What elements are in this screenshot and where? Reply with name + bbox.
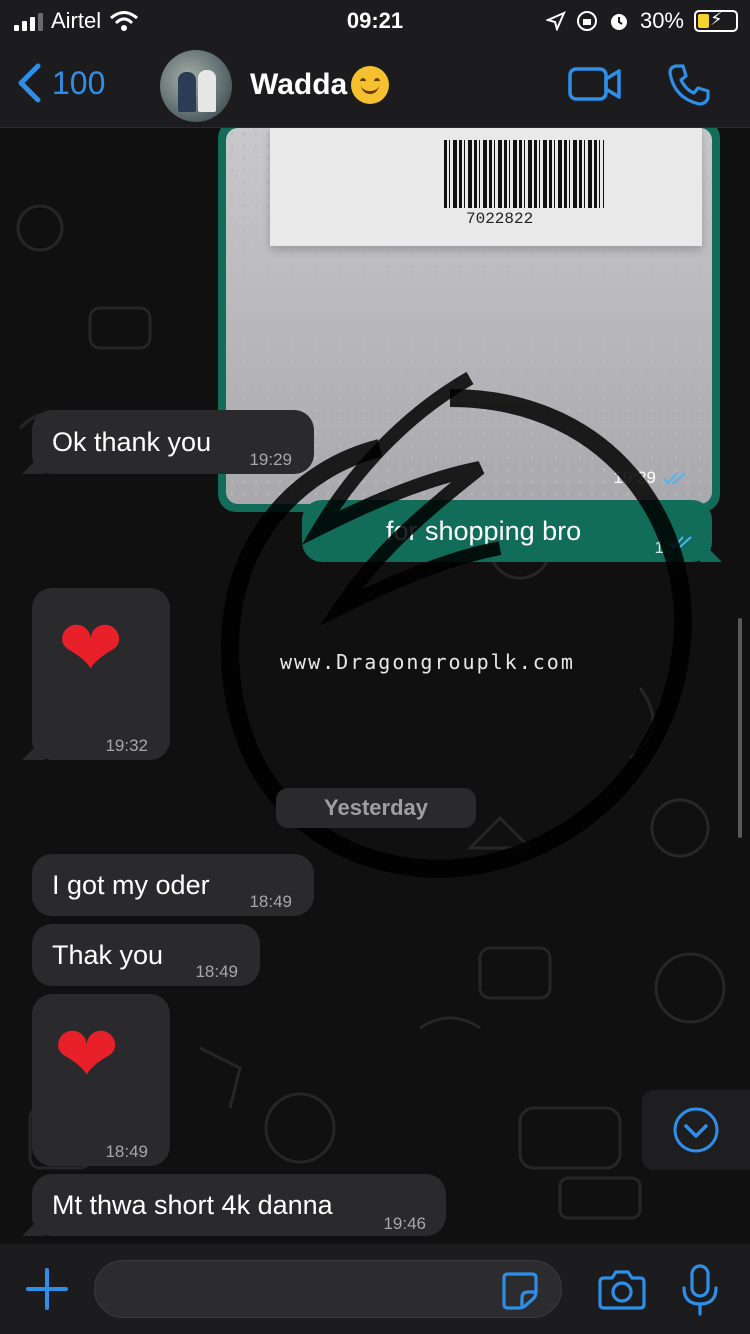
contact-name-text: Wadda (250, 68, 348, 101)
scroll-to-bottom-button[interactable] (642, 1090, 750, 1170)
plus-icon[interactable] (24, 1266, 70, 1312)
barcode-number: 7022822 (466, 210, 534, 228)
smiling-face-emoji-icon (351, 66, 390, 104)
chevron-left-icon (18, 63, 41, 103)
date-separator: Yesterday (276, 788, 476, 828)
message-bubble[interactable]: Thak you 18:49 (32, 924, 260, 986)
message-text: Thak you (52, 940, 164, 970)
alarm-icon (610, 14, 627, 30)
shipping-label: 7022822 (270, 128, 702, 246)
message-text: Mt thwa short 4k danna (52, 1190, 333, 1220)
location-icon (545, 11, 566, 31)
avatar[interactable] (160, 50, 232, 122)
battery-percent: 30% (639, 8, 684, 33)
rotation-lock-icon (576, 11, 597, 31)
status-bar: Airtel 09:21 30% ⚡ (0, 0, 750, 44)
battery-level (698, 14, 709, 28)
contact-name[interactable]: Wadda (250, 66, 390, 104)
phone-icon[interactable] (666, 62, 712, 108)
status-icons: 30% ⚡ (545, 8, 738, 34)
back-button[interactable]: 100 (16, 62, 105, 104)
emoji-message[interactable]: ❤ 19:32 (22, 588, 170, 760)
barcode (444, 140, 604, 208)
microphone-icon[interactable] (680, 1264, 720, 1316)
scrollbar[interactable] (738, 618, 742, 838)
message-time: 19:32 (105, 736, 148, 755)
battery-icon: ⚡ (694, 9, 738, 32)
chevron-down-circle-icon (673, 1107, 719, 1153)
message-bubble[interactable]: I got my oder 18:49 (32, 854, 314, 916)
video-call-icon[interactable] (568, 64, 622, 104)
message-time: 18:49 (195, 962, 238, 981)
red-heart-emoji: ❤ (54, 1010, 120, 1100)
message-input-field[interactable] (94, 1260, 562, 1318)
message-text: Ok thank you (52, 427, 212, 457)
emoji-message[interactable]: ❤ 18:49 (32, 994, 170, 1166)
message-time: 18:49 (249, 892, 292, 911)
message-bubble[interactable]: Mt thwa short 4k danna 19:46 (22, 1174, 446, 1236)
message-text: I got my oder (52, 870, 210, 900)
composer-bar (0, 1244, 750, 1334)
message-input[interactable] (113, 1261, 493, 1317)
watermark-text: www.Dragongrouplk.com (280, 650, 575, 674)
chat-area[interactable]: 7022822 19:29 Ok thank you 19:29 for sho… (0, 128, 750, 1244)
unread-count: 100 (52, 64, 106, 101)
message-time: 19:46 (383, 1214, 426, 1233)
chat-header: 100 Wadda (0, 44, 750, 128)
camera-icon[interactable] (598, 1268, 646, 1310)
message-time: 18:49 (105, 1142, 148, 1161)
red-heart-emoji: ❤ (58, 604, 124, 694)
sticker-icon[interactable] (500, 1270, 540, 1310)
